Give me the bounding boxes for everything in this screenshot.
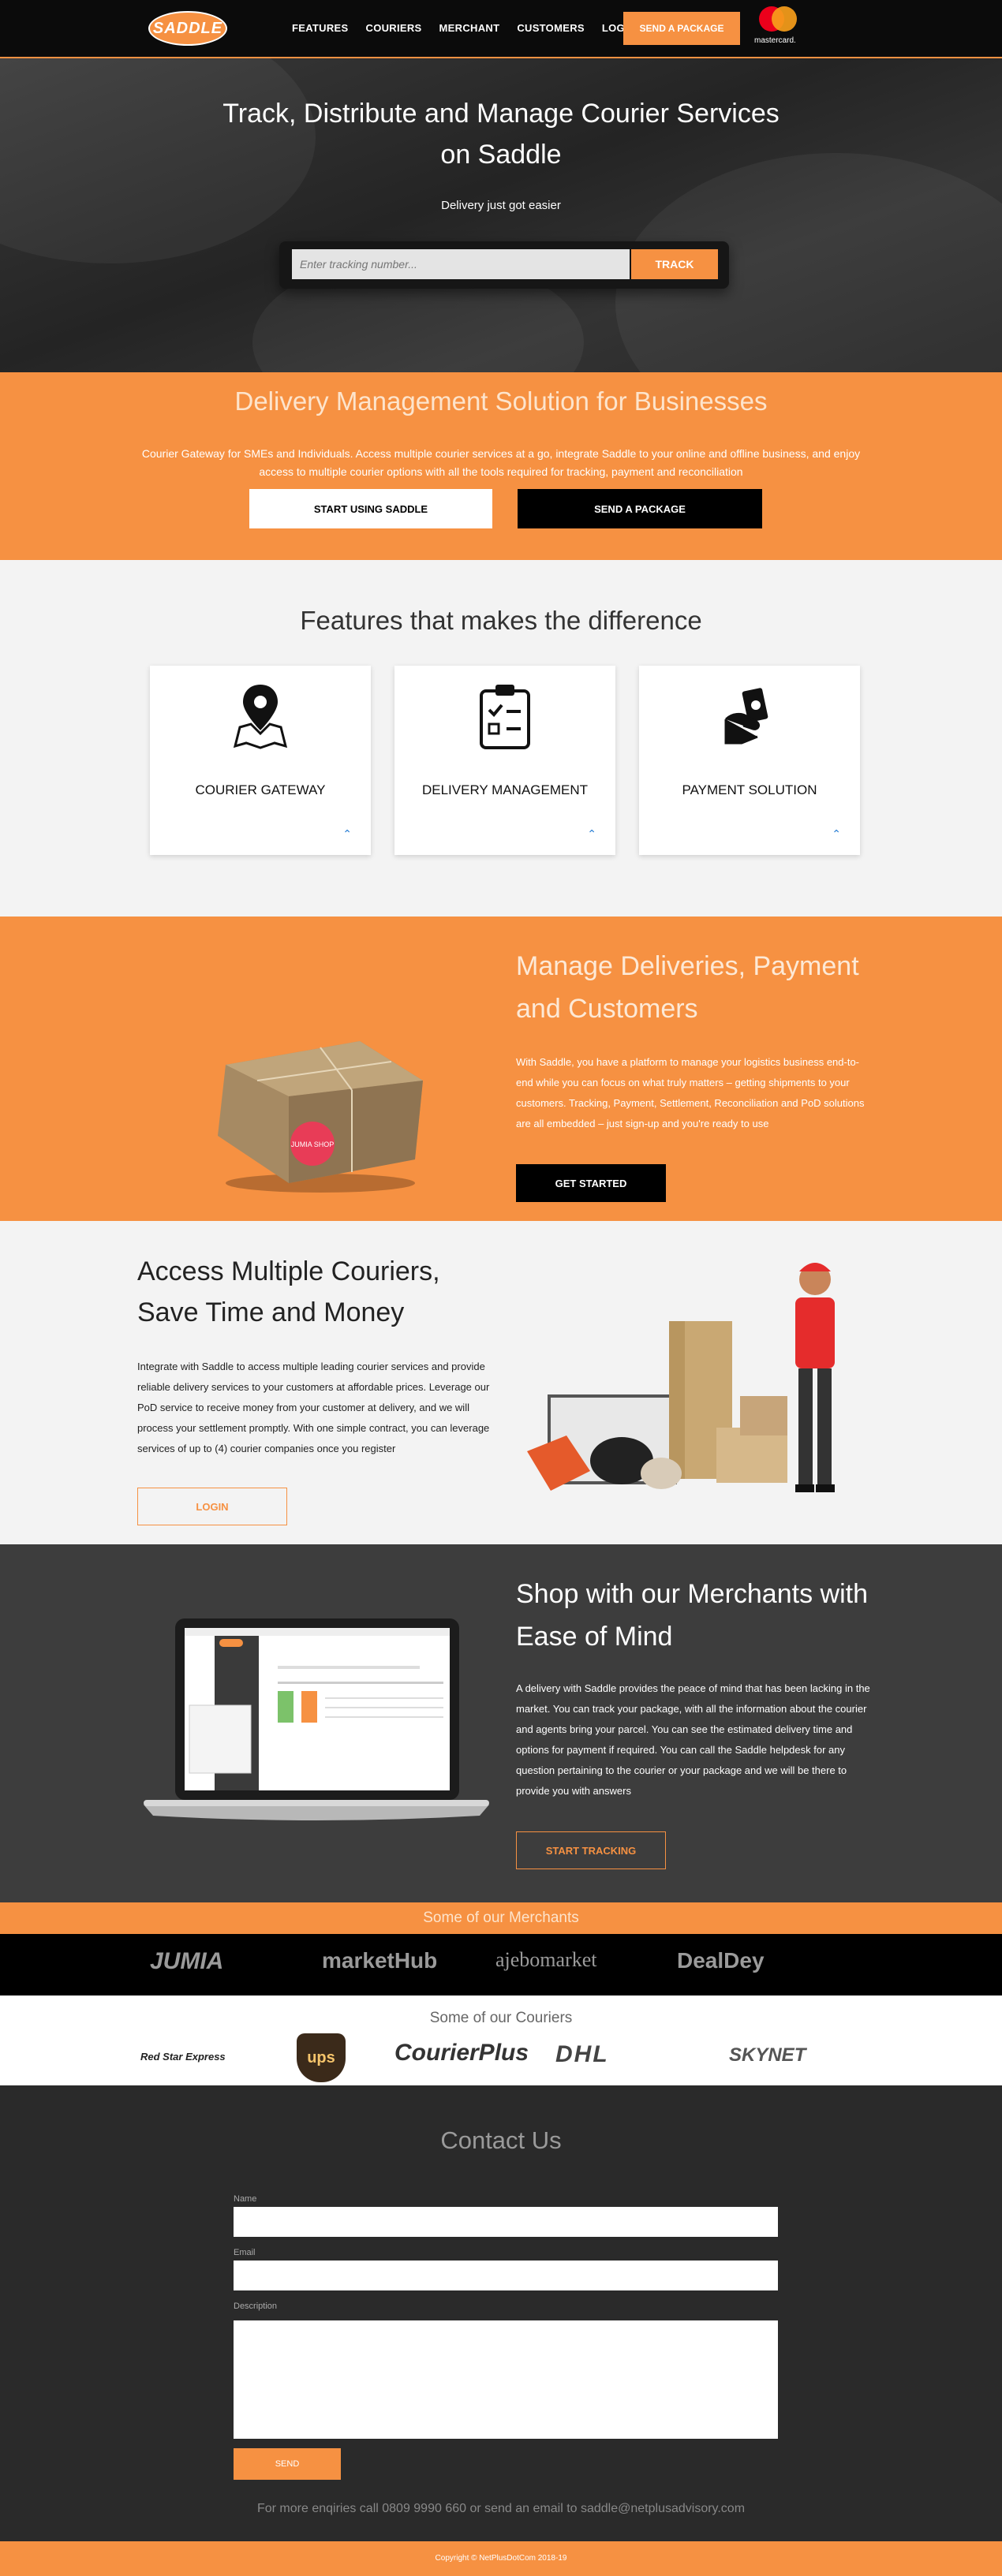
track-button[interactable]: TRACK <box>631 249 718 279</box>
courier-logo-red-star[interactable]: Red Star Express <box>140 2051 226 2063</box>
shop-body: A delivery with Saddle provides the peac… <box>516 1682 870 1797</box>
feature-label: PAYMENT SOLUTION <box>682 782 817 797</box>
access-body: Integrate with Saddle to access multiple… <box>137 1361 490 1454</box>
delivery-management-section: Delivery Management Solution for Busines… <box>0 372 1002 560</box>
map-pin-icon <box>233 685 288 749</box>
description-label: Description <box>234 2302 278 2311</box>
shop-title: Shop with our Merchants with Ease of Mind <box>516 1579 868 1652</box>
merchant-logo-dealdey[interactable]: DealDey <box>677 1948 765 1973</box>
nav-link-features[interactable]: FEATURES <box>292 22 349 34</box>
name-label: Name <box>234 2194 257 2204</box>
chevron-up-icon[interactable]: ⌃ <box>587 827 596 841</box>
email-input[interactable] <box>234 2261 778 2290</box>
hero-title: Track, Distribute and Manage Courier Ser… <box>222 99 780 170</box>
send-package-nav-button[interactable]: SEND A PACKAGE <box>623 12 740 45</box>
hero-subtitle: Delivery just got easier <box>441 199 561 212</box>
mastercard-orange-circle <box>772 6 797 32</box>
feature-card-payment-solution[interactable]: PAYMENT SOLUTION ⌃ <box>639 666 860 855</box>
mastercard-logo: mastercard. <box>751 3 803 47</box>
courier-logo-courierplus[interactable]: CourierPlus <box>394 2040 529 2066</box>
feature-card-courier-gateway[interactable]: COURIER GATEWAY ⌃ <box>150 666 371 855</box>
description-textarea[interactable] <box>234 2320 778 2439</box>
get-started-button[interactable]: GET STARTED <box>516 1164 666 1202</box>
feature-card-delivery-management[interactable]: DELIVERY MANAGEMENT ⌃ <box>394 666 615 855</box>
couriers-section: Some of our Couriers Red Star Express up… <box>0 1995 1002 2085</box>
nav-link-couriers[interactable]: COURIERS <box>366 22 422 34</box>
courier-logo-skynet[interactable]: SKYNET <box>729 2044 806 2066</box>
hand-money-icon <box>724 688 768 745</box>
merchant-logo-jumia[interactable]: JUMIA <box>150 1948 223 1975</box>
feature-label: DELIVERY MANAGEMENT <box>421 782 589 797</box>
nav-links: FEATURES COURIERS MERCHANT CUSTOMERS LOG… <box>292 22 636 34</box>
manage-title: Manage Deliveries, Payment and Customers <box>516 951 859 1024</box>
dms-body: Courier Gateway for SMEs and Individuals… <box>141 447 861 478</box>
courier-logo-ups[interactable]: ups <box>297 2033 346 2082</box>
manage-deliveries-section: Manage Deliveries, Payment and Customers … <box>0 917 1002 1221</box>
hero-section: Track, Distribute and Manage Courier Ser… <box>0 58 1002 372</box>
footer-copyright: Copyright © NetPlusDotCom 2018-19 <box>0 2541 1002 2576</box>
start-tracking-button[interactable]: START TRACKING <box>516 1831 666 1869</box>
chevron-up-icon[interactable]: ⌃ <box>832 827 841 841</box>
contact-note: For more enqiries call 0809 9990 660 or … <box>256 2502 746 2515</box>
chevron-up-icon[interactable]: ⌃ <box>342 827 352 841</box>
tracking-box: TRACK <box>279 241 729 289</box>
couriers-title: Some of our Couriers <box>429 2010 573 2026</box>
contact-title: Contact Us <box>440 2126 562 2154</box>
nav-link-customers[interactable]: CUSTOMERS <box>517 22 585 34</box>
courier-with-parcels-image <box>527 1263 835 1492</box>
contact-section: Contact Us Name Email Description SEND F… <box>0 2085 1002 2541</box>
package-image: JUMIA SHOP <box>218 1041 423 1193</box>
merchant-logo-ajebomarket[interactable]: ajebomarket <box>495 1948 597 1972</box>
dms-title: Delivery Management Solution for Busines… <box>234 386 768 416</box>
feature-label: COURIER GATEWAY <box>195 782 326 797</box>
login-button[interactable]: LOGIN <box>137 1488 287 1525</box>
laptop-dashboard-image <box>144 1618 489 1820</box>
name-input[interactable] <box>234 2207 778 2237</box>
package-sticker-text: JUMIA SHOP <box>291 1141 335 1148</box>
send-button[interactable]: SEND <box>234 2448 341 2480</box>
nav-link-merchant[interactable]: MERCHANT <box>439 22 500 34</box>
merchant-logos: JUMIA marketHub ajebomarket DealDey <box>0 1934 1002 1995</box>
email-label: Email <box>234 2248 256 2257</box>
features-title: Features that makes the difference <box>300 606 702 635</box>
courier-logo-dhl[interactable]: DHL <box>555 2041 609 2068</box>
saddle-logo[interactable]: SADDLE <box>148 11 227 46</box>
access-title: Access Multiple Couriers, Save Time and M… <box>137 1256 440 1327</box>
merchants-title: Some of our Merchants <box>0 1902 1002 1934</box>
manage-body: With Saddle, you have a platform to mana… <box>516 1056 865 1129</box>
merchant-logo-markethub[interactable]: marketHub <box>322 1948 437 1973</box>
mastercard-label: mastercard. <box>754 36 796 45</box>
send-package-button[interactable]: SEND A PACKAGE <box>518 489 762 528</box>
features-section: Features that makes the difference COURI… <box>0 560 1002 917</box>
start-using-saddle-button[interactable]: START USING SADDLE <box>249 489 492 528</box>
clipboard-checklist-icon <box>480 685 530 749</box>
tracking-number-input[interactable] <box>292 249 630 279</box>
top-navbar: SADDLE FEATURES COURIERS MERCHANT CUSTOM… <box>0 0 1002 58</box>
